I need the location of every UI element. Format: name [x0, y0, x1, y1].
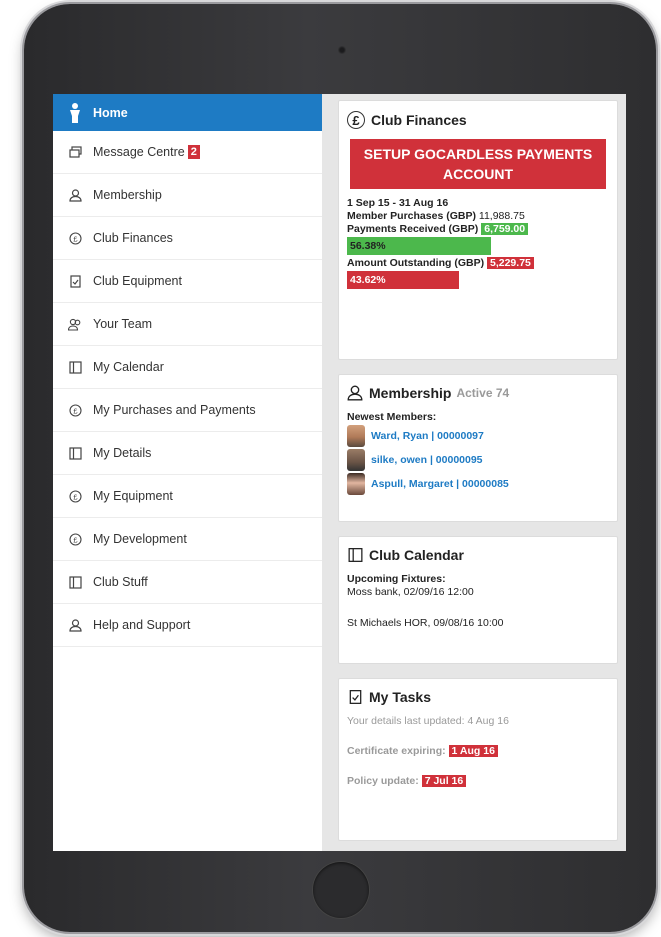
camera-lens	[338, 46, 346, 54]
finance-period: 1 Sep 15 - 31 Aug 16	[347, 197, 449, 209]
policy-date-badge: 7 Jul 16	[421, 775, 467, 787]
avatar	[347, 449, 365, 471]
details-updated-text: Your details last updated: 4 Aug 16	[347, 715, 509, 727]
sidebar-item-label: My Details	[93, 446, 152, 460]
pound-coin-icon: £	[67, 531, 83, 547]
svg-text:£: £	[73, 492, 78, 501]
list-item[interactable]: silke, owen | 00000095	[347, 448, 609, 472]
active-members-count: Active 74	[456, 386, 510, 400]
club-calendar-panel: Club Calendar Upcoming Fixtures: Moss ba…	[338, 536, 618, 664]
clipboard-icon	[347, 689, 363, 705]
message-count-badge: 2	[187, 145, 200, 159]
home-hardware-button[interactable]	[313, 862, 369, 918]
app-screen: Home Message Centre 2 Membership £ Club …	[53, 94, 626, 851]
person-icon	[67, 102, 83, 123]
sidebar-item-my-calendar[interactable]: My Calendar	[53, 346, 322, 389]
pound-coin-icon: £	[67, 402, 83, 418]
calendar-icon	[347, 547, 363, 563]
upcoming-fixtures-label: Upcoming Fixtures:	[347, 573, 446, 585]
sidebar-item-club-stuff[interactable]: Club Stuff	[53, 561, 322, 604]
sidebar-item-my-development[interactable]: £ My Development	[53, 518, 322, 561]
amount-outstanding-progress-bar: 43.62%	[347, 271, 459, 289]
pound-coin-icon: £	[67, 230, 83, 246]
sidebar-item-help-and-support[interactable]: Help and Support	[53, 604, 322, 647]
list-item[interactable]: Aspull, Margaret | 00000085	[347, 472, 609, 496]
sidebar-item-label: Club Stuff	[93, 575, 148, 589]
my-tasks-panel: My Tasks Your details last updated: 4 Au…	[338, 678, 618, 841]
sidebar-item-club-finances[interactable]: £ Club Finances	[53, 217, 322, 260]
panel-title: Club Calendar	[347, 547, 609, 563]
pound-coin-icon: £	[347, 111, 365, 129]
sidebar-item-label: My Equipment	[93, 489, 173, 503]
sidebar-item-membership[interactable]: Membership	[53, 174, 322, 217]
sidebar-item-label: Message Centre	[93, 145, 185, 159]
fixture-item: St Michaels HOR, 09/08/16 10:00	[347, 617, 504, 629]
sidebar-item-label: My Development	[93, 532, 187, 546]
sidebar-item-club-equipment[interactable]: Club Equipment	[53, 260, 322, 303]
clipboard-icon	[67, 273, 83, 289]
amount-outstanding-row: Amount Outstanding (GBP) 5,229.75	[347, 257, 609, 270]
setup-gocardless-button[interactable]: SETUP GOCARDLESS PAYMENTS ACCOUNT	[350, 139, 606, 189]
svg-text:£: £	[73, 535, 78, 544]
sidebar-item-label: Help and Support	[93, 618, 191, 632]
certificate-date-badge: 1 Aug 16	[448, 745, 498, 757]
sidebar-item-my-purchases-and-payments[interactable]: £ My Purchases and Payments	[53, 389, 322, 432]
calendar-icon	[67, 574, 83, 590]
calendar-icon	[67, 445, 83, 461]
sidebar-item-label: Club Finances	[93, 231, 173, 245]
sidebar-item-home[interactable]: Home	[53, 94, 322, 131]
sidebar-item-label: Membership	[93, 188, 162, 202]
svg-text:£: £	[73, 234, 78, 243]
svg-text:£: £	[73, 406, 78, 415]
user-icon	[347, 385, 363, 401]
avatar	[347, 473, 365, 495]
club-finances-panel: £ Club Finances SETUP GOCARDLESS PAYMENT…	[338, 100, 618, 360]
certificate-expiring-row: Certificate expiring: 1 Aug 16	[347, 745, 609, 757]
newest-members-label: Newest Members:	[347, 411, 437, 423]
avatar	[347, 425, 365, 447]
sidebar-item-my-details[interactable]: My Details	[53, 432, 322, 475]
team-icon	[67, 316, 83, 332]
user-icon	[67, 187, 83, 203]
payments-received-progress-bar: 56.38%	[347, 237, 491, 255]
sidebar-item-your-team[interactable]: Your Team	[53, 303, 322, 346]
sidebar-item-label: Home	[93, 105, 128, 120]
member-purchases-row: Member Purchases (GBP) 11,988.75	[347, 210, 525, 222]
dashboard-panels: £ Club Finances SETUP GOCARDLESS PAYMENT…	[338, 100, 618, 851]
sidebar-item-label: Your Team	[93, 317, 153, 331]
panel-title: Membership Active 74	[347, 385, 609, 401]
sidebar-item-my-equipment[interactable]: £ My Equipment	[53, 475, 322, 518]
panel-title: £ Club Finances	[347, 111, 609, 129]
sidebar-item-message-centre[interactable]: Message Centre 2	[53, 131, 322, 174]
fixture-item: Moss bank, 02/09/16 12:00	[347, 586, 474, 598]
payments-received-row: Payments Received (GBP) 6,759.00	[347, 223, 609, 236]
panel-title: My Tasks	[347, 689, 609, 705]
sidebar-item-label: My Calendar	[93, 360, 164, 374]
policy-update-row: Policy update: 7 Jul 16	[347, 775, 609, 787]
sidebar-item-label: My Purchases and Payments	[93, 403, 256, 417]
calendar-icon	[67, 359, 83, 375]
sidebar: Home Message Centre 2 Membership £ Club …	[53, 94, 322, 851]
pound-coin-icon: £	[67, 488, 83, 504]
messages-icon	[67, 144, 83, 160]
sidebar-item-label: Club Equipment	[93, 274, 182, 288]
list-item[interactable]: Ward, Ryan | 00000097	[347, 424, 609, 448]
membership-panel: Membership Active 74 Newest Members: War…	[338, 374, 618, 522]
user-icon	[67, 617, 83, 633]
